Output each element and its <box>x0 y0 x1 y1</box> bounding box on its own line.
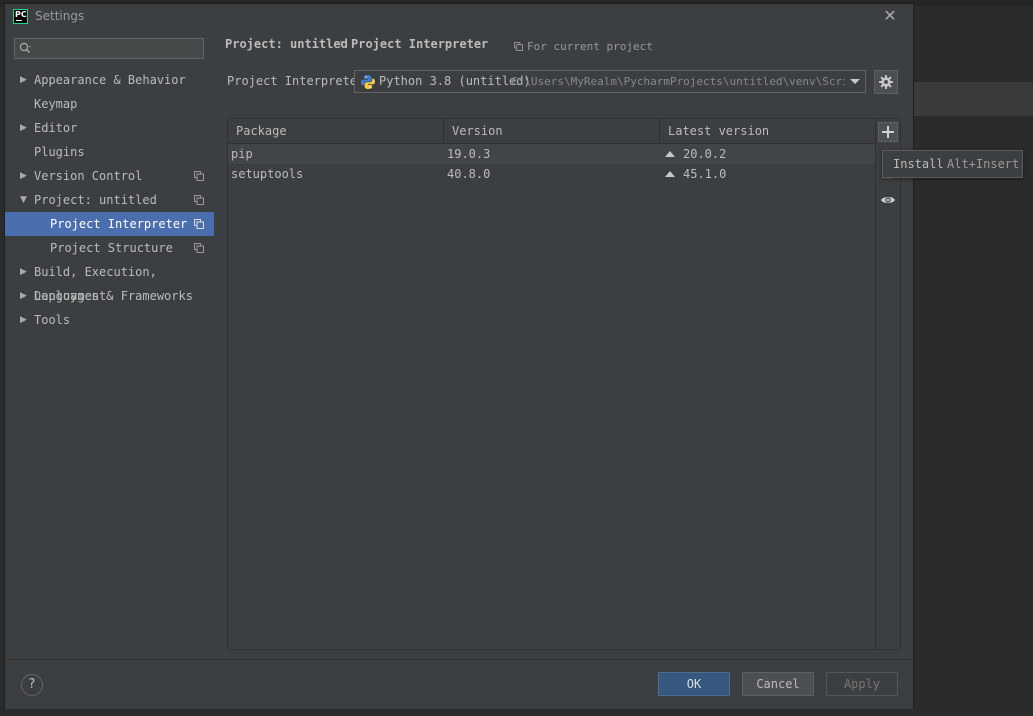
sidebar-item-keymap[interactable]: Keymap <box>5 92 214 116</box>
sidebar-item-project-untitled[interactable]: ▼ Project: untitled <box>5 188 214 212</box>
interpreter-label: Project Interpreter: <box>227 74 372 88</box>
package-latest-version: 20.0.2 <box>683 147 727 161</box>
table-row[interactable]: pip 19.0.3 20.0.2 <box>228 144 875 164</box>
sidebar-item-build-execution-deployment[interactable]: ▶ Build, Execution, Deployment <box>5 260 214 303</box>
sidebar-item-label: Editor <box>34 121 78 135</box>
expand-arrow-icon: ▶ <box>20 267 27 277</box>
ok-button[interactable]: OK <box>658 672 730 696</box>
title-bar: PC Settings ✕ <box>5 4 913 30</box>
settings-dialog: PC Settings ✕ ▶ Appearance & Behavior Ke… <box>5 4 913 709</box>
settings-content: Project: untitled › Project Interpreter … <box>214 30 913 659</box>
interpreter-name: Python 3.8 (untitled) <box>379 74 531 88</box>
interpreter-settings-button[interactable] <box>874 70 898 94</box>
dialog-footer: ? OK Cancel Apply <box>5 659 913 709</box>
sidebar-item-languages-frameworks[interactable]: ▶ Languages & Frameworks <box>5 284 214 308</box>
package-toolbar <box>876 118 901 650</box>
editor-caret-line <box>914 82 1033 116</box>
sidebar-item-label: Appearance & Behavior <box>34 73 186 87</box>
table-header: Package Version Latest version <box>228 119 875 144</box>
expand-arrow-icon: ▶ <box>20 123 27 133</box>
chevron-down-icon[interactable] <box>845 71 865 92</box>
apply-button[interactable]: Apply <box>826 672 898 696</box>
sidebar-item-label: Plugins <box>34 145 85 159</box>
scope-note: For current project <box>514 40 653 53</box>
package-name: setuptools <box>231 167 304 181</box>
tooltip-text: Install <box>893 157 944 171</box>
sidebar-item-label: Project: untitled <box>34 193 157 207</box>
gear-icon <box>879 75 893 89</box>
sidebar-item-label: Project Interpreter <box>50 217 188 231</box>
dialog-title: Settings <box>35 9 85 23</box>
sidebar-item-appearance-behavior[interactable]: ▶ Appearance & Behavior <box>5 68 214 92</box>
install-package-button[interactable] <box>878 122 898 142</box>
sidebar-item-tools[interactable]: ▶ Tools <box>5 308 214 332</box>
package-latest-version: 45.1.0 <box>683 167 727 181</box>
column-header-package[interactable]: Package <box>228 119 444 143</box>
upgrade-arrow-icon <box>665 151 675 157</box>
packages-table: Package Version Latest version pip 19.0.… <box>227 118 876 650</box>
tooltip-shortcut: Alt+Insert <box>947 157 1020 171</box>
sidebar-item-label: Project Structure <box>50 241 173 255</box>
sidebar-item-label: Languages & Frameworks <box>34 289 193 303</box>
project-scope-icon <box>194 171 204 181</box>
package-version: 40.8.0 <box>447 167 491 181</box>
expand-arrow-icon: ▶ <box>20 291 27 301</box>
search-icon <box>19 42 31 53</box>
sidebar-item-label: Tools <box>34 313 71 327</box>
package-name: pip <box>231 147 253 161</box>
sidebar-item-project-interpreter[interactable]: Project Interpreter <box>5 212 214 236</box>
close-icon[interactable]: ✕ <box>881 7 899 25</box>
cancel-button[interactable]: Cancel <box>742 672 814 696</box>
interpreter-dropdown[interactable]: Python 3.8 (untitled) C:\Users\MyRealm\P… <box>354 70 866 93</box>
settings-sidebar: ▶ Appearance & Behavior Keymap ▶ Editor … <box>5 30 214 659</box>
table-row[interactable]: setuptools 40.8.0 45.1.0 <box>228 164 875 184</box>
sidebar-item-label: Version Control <box>34 169 143 183</box>
column-header-latest-version[interactable]: Latest version <box>660 119 875 143</box>
package-version: 19.0.3 <box>447 147 491 161</box>
column-header-version[interactable]: Version <box>444 119 660 143</box>
scope-note-text: For current project <box>527 40 653 53</box>
show-early-releases-button[interactable] <box>878 191 898 211</box>
breadcrumb-project[interactable]: Project: untitled <box>225 37 348 51</box>
collapse-arrow-icon: ▼ <box>20 195 27 205</box>
sidebar-item-editor[interactable]: ▶ Editor <box>5 116 214 140</box>
project-scope-icon <box>194 219 204 229</box>
project-scope-icon <box>194 195 204 205</box>
sidebar-item-project-structure[interactable]: Project Structure <box>5 236 214 260</box>
project-scope-icon <box>514 42 523 51</box>
search-input[interactable] <box>14 38 204 59</box>
expand-arrow-icon: ▶ <box>20 315 27 325</box>
breadcrumb-page: Project Interpreter <box>351 37 489 51</box>
interpreter-path: C:\Users\MyRealm\PycharmProjects\untitle… <box>511 75 865 88</box>
plus-icon <box>882 126 894 138</box>
pycharm-logo-icon: PC <box>13 9 28 24</box>
sidebar-item-version-control[interactable]: ▶ Version Control <box>5 164 214 188</box>
sidebar-item-label: Keymap <box>34 97 78 111</box>
upgrade-arrow-icon <box>665 171 675 177</box>
python-logo-icon <box>361 75 375 89</box>
eye-icon <box>881 197 895 203</box>
help-button[interactable]: ? <box>21 674 43 696</box>
breadcrumb-separator: › <box>338 36 346 50</box>
expand-arrow-icon: ▶ <box>20 75 27 85</box>
project-scope-icon <box>194 243 204 253</box>
expand-arrow-icon: ▶ <box>20 171 27 181</box>
sidebar-item-plugins[interactable]: Plugins <box>5 140 214 164</box>
install-tooltip: Install Alt+Insert <box>882 150 1023 178</box>
